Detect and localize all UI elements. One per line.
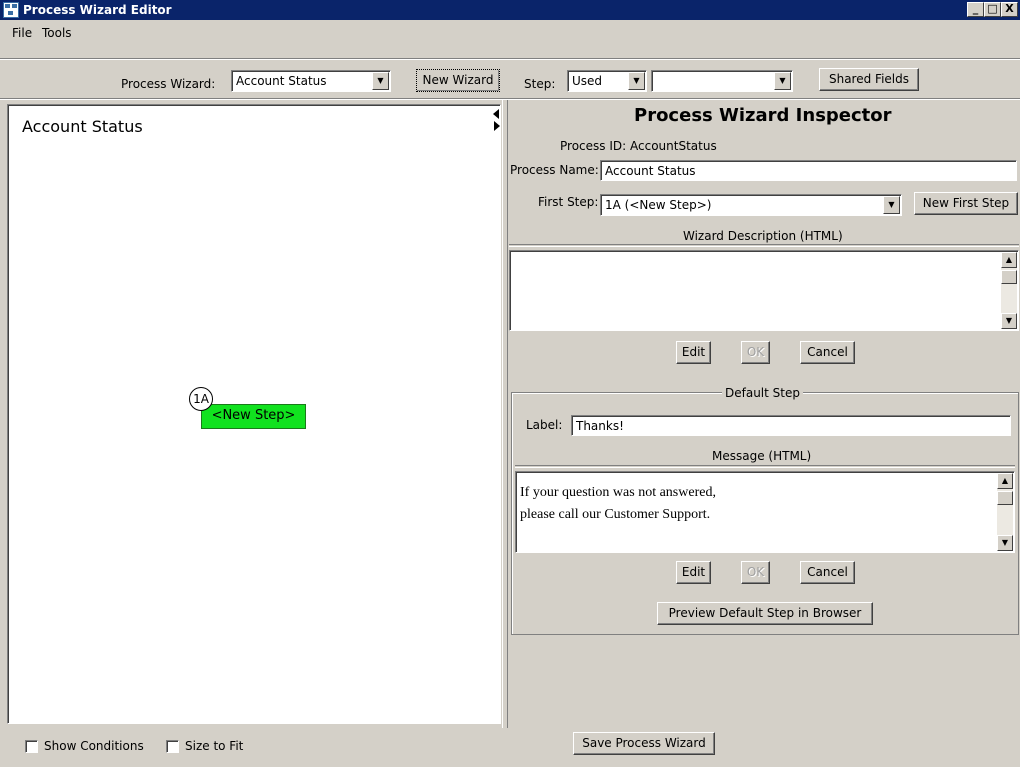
process-id-label: Process ID:: [560, 139, 627, 153]
process-wizard-label: Process Wizard:: [121, 77, 216, 91]
maximize-button[interactable]: □: [984, 2, 1001, 17]
wizard-description-textarea[interactable]: ▲ ▼: [509, 250, 1019, 331]
show-conditions-checkbox[interactable]: [25, 740, 38, 753]
chevron-down-icon[interactable]: ▼: [628, 72, 645, 90]
menu-file[interactable]: File: [12, 26, 32, 40]
toolbar-separator: [0, 98, 1020, 100]
first-step-select[interactable]: 1A (<New Step>) ▼: [600, 194, 902, 216]
message-cancel-button[interactable]: Cancel: [800, 561, 855, 584]
scroll-down-icon[interactable]: ▼: [1001, 313, 1017, 329]
preview-default-step-button[interactable]: Preview Default Step in Browser: [657, 602, 873, 625]
step-label-field[interactable]: Thanks!: [571, 415, 1011, 436]
size-to-fit-checkbox[interactable]: [166, 740, 179, 753]
message-label: Message (HTML): [712, 449, 812, 463]
scroll-down-icon[interactable]: ▼: [997, 535, 1013, 551]
size-to-fit-label: Size to Fit: [185, 739, 244, 753]
step-filter-value: Used: [572, 74, 603, 88]
step-node-id: 1A: [189, 387, 213, 411]
step-label-value: Thanks!: [576, 419, 624, 433]
process-wizard-select-value: Account Status: [236, 74, 327, 88]
scroll-thumb[interactable]: [1001, 270, 1017, 284]
description-edit-button[interactable]: Edit: [676, 341, 711, 364]
inspector-title: Process Wizard Inspector: [634, 105, 892, 126]
menu-bar: File Tools: [0, 20, 1020, 58]
first-step-label: First Step:: [538, 195, 599, 209]
menu-separator: [0, 58, 1020, 60]
description-cancel-button[interactable]: Cancel: [800, 341, 855, 364]
wizard-description-label: Wizard Description (HTML): [683, 229, 843, 243]
process-name-value: Account Status: [605, 164, 696, 178]
shared-fields-button[interactable]: Shared Fields: [819, 68, 919, 91]
save-process-wizard-button[interactable]: Save Process Wizard: [573, 732, 715, 755]
description-ok-button: OK: [741, 341, 770, 364]
step-select[interactable]: ▼: [651, 70, 793, 92]
collapse-left-icon[interactable]: [493, 109, 499, 119]
collapse-right-icon[interactable]: [494, 121, 500, 131]
scroll-up-icon[interactable]: ▲: [997, 473, 1013, 489]
show-conditions-label: Show Conditions: [44, 739, 144, 753]
menu-tools[interactable]: Tools: [42, 26, 72, 40]
first-step-value: 1A (<New Step>): [605, 198, 712, 212]
app-icon: [3, 2, 19, 18]
chevron-down-icon[interactable]: ▼: [883, 196, 900, 214]
process-wizard-select[interactable]: Account Status ▼: [231, 70, 391, 92]
step-label-label: Label:: [526, 418, 563, 432]
chevron-down-icon[interactable]: ▼: [372, 72, 389, 90]
chevron-down-icon[interactable]: ▼: [774, 72, 791, 90]
message-textarea[interactable]: If your question was not answered, pleas…: [515, 471, 1015, 553]
close-button[interactable]: X: [1001, 2, 1018, 17]
message-edit-button[interactable]: Edit: [676, 561, 711, 584]
splitter[interactable]: [502, 100, 508, 728]
window-title: Process Wizard Editor: [23, 3, 172, 17]
message-line: If your question was not answered,: [520, 485, 716, 500]
process-name-field[interactable]: Account Status: [600, 160, 1017, 181]
message-ok-button: OK: [741, 561, 770, 584]
canvas-title: Account Status: [22, 117, 143, 136]
step-label: Step:: [524, 77, 556, 91]
scroll-thumb[interactable]: [997, 491, 1013, 505]
default-step-title: Default Step: [722, 386, 803, 400]
message-scrollbar[interactable]: ▲ ▼: [997, 473, 1013, 551]
description-scrollbar[interactable]: ▲ ▼: [1001, 252, 1017, 329]
process-name-label: Process Name:: [510, 163, 599, 177]
title-bar: Process Wizard Editor _ □ X: [0, 0, 1020, 20]
description-divider: [509, 244, 1019, 247]
minimize-button[interactable]: _: [967, 2, 984, 17]
new-first-step-button[interactable]: New First Step: [914, 192, 1018, 215]
step-node[interactable]: <New Step>: [201, 404, 306, 429]
message-divider: [515, 465, 1015, 468]
step-filter-select[interactable]: Used ▼: [567, 70, 647, 92]
process-id-value: AccountStatus: [630, 139, 717, 153]
new-wizard-button[interactable]: New Wizard: [416, 69, 500, 92]
message-line: please call our Customer Support.: [520, 507, 711, 522]
scroll-up-icon[interactable]: ▲: [1001, 252, 1017, 268]
